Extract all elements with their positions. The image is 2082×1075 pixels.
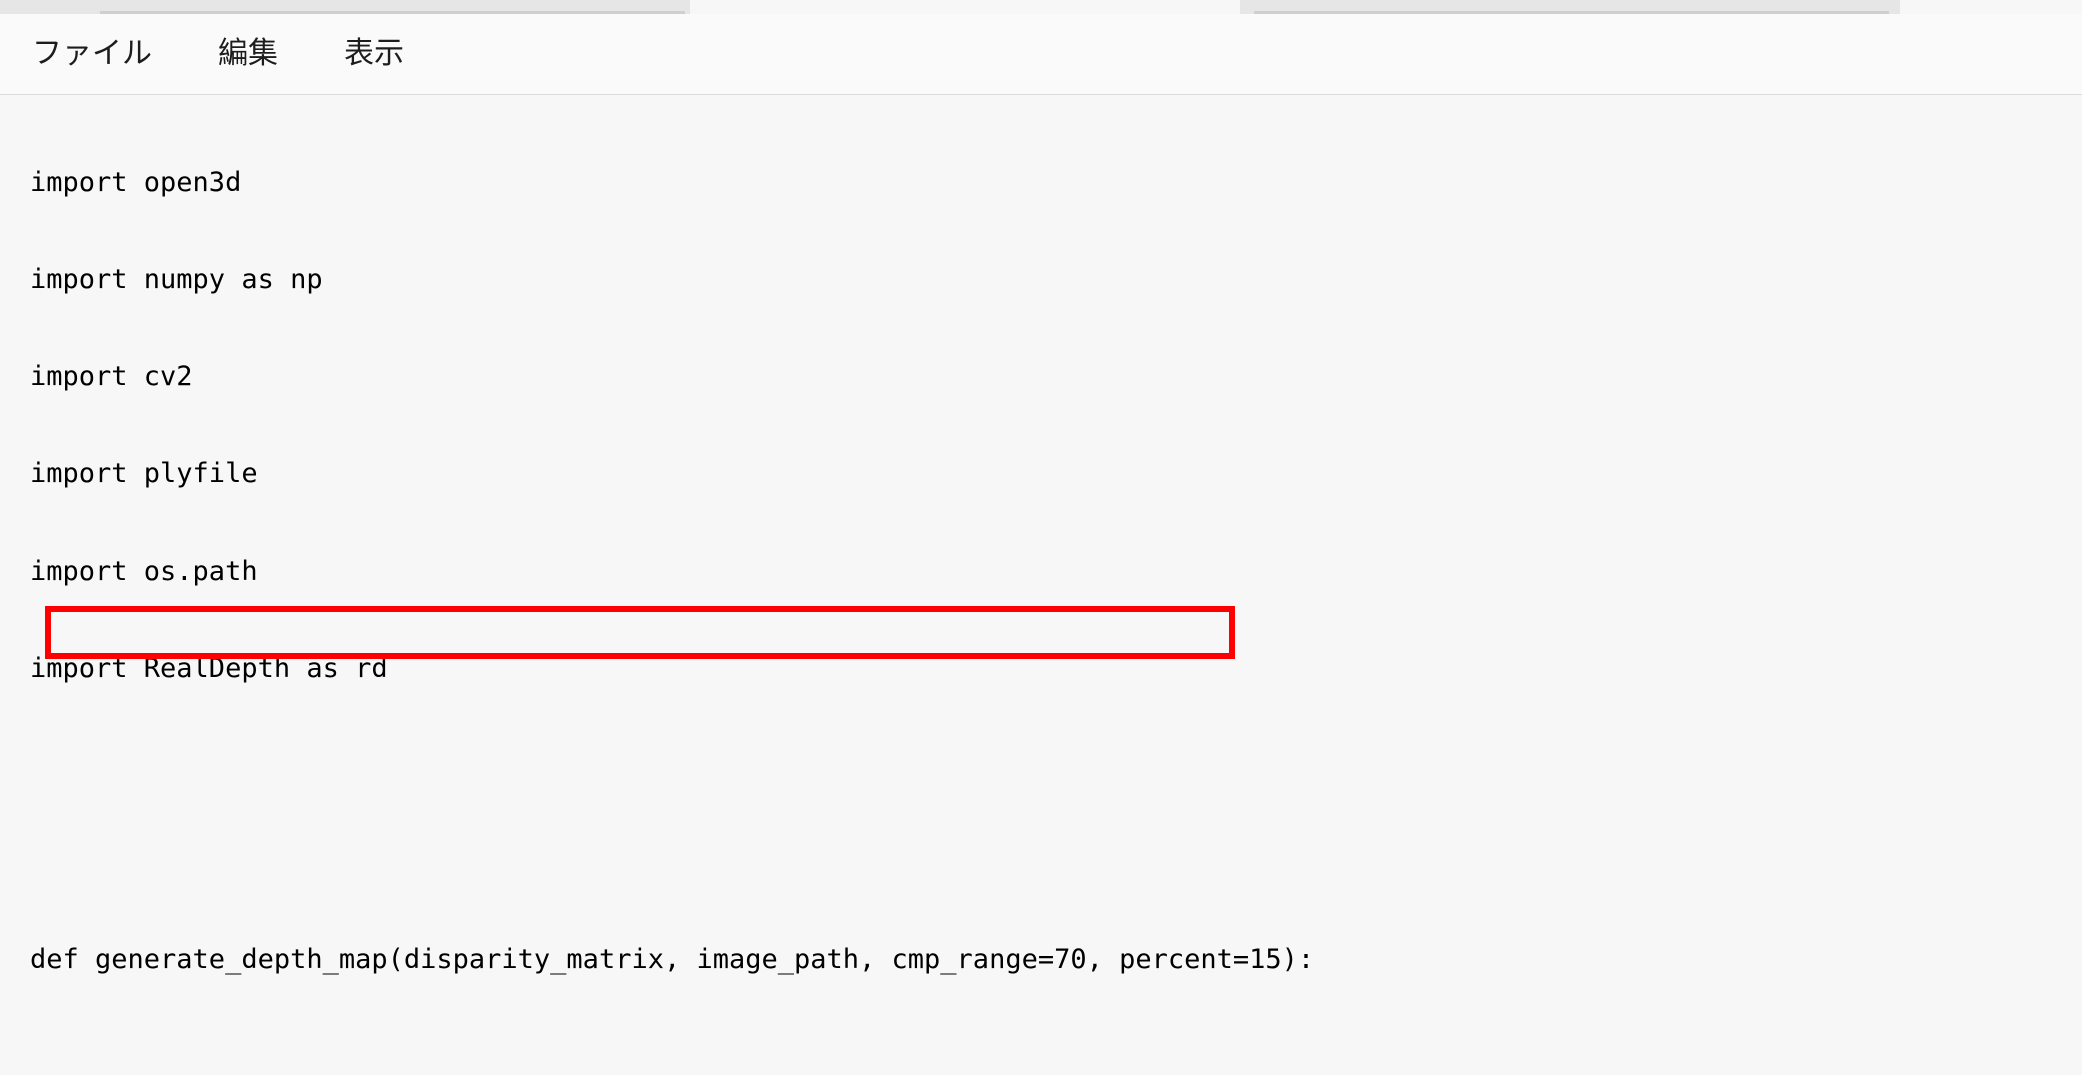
code-line-list: import open3d import numpy as np import …	[30, 102, 1672, 1075]
code-line: import open3d	[30, 166, 242, 198]
code-line: import plyfile	[30, 458, 258, 490]
menu-view[interactable]: 表示	[340, 33, 408, 75]
code-line: import RealDepth as rd	[30, 652, 388, 684]
menu-file[interactable]: ファイル	[28, 33, 156, 75]
code-editor-surface[interactable]: import open3d import numpy as np import …	[0, 96, 2082, 1075]
code-line: import numpy as np	[30, 264, 323, 296]
menu-bar: ファイル 編集 表示	[0, 14, 2082, 95]
menu-edit[interactable]: 編集	[214, 33, 282, 75]
code-line: def generate_depth_map(disparity_matrix,…	[30, 944, 1315, 976]
code-line: import os.path	[30, 555, 258, 587]
window-chrome-strip	[0, 0, 2082, 14]
code-line: import cv2	[30, 361, 193, 393]
